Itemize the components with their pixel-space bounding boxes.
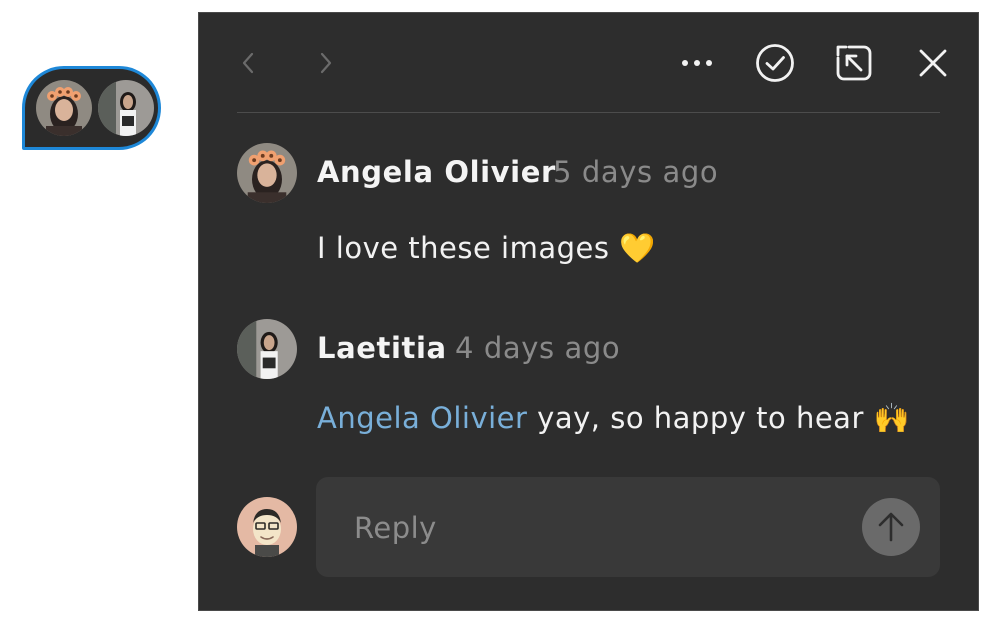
more-horizontal-icon[interactable] (677, 43, 717, 83)
header-divider (237, 112, 940, 113)
reply-box (316, 477, 940, 577)
arrow-up-icon (878, 512, 904, 542)
mention-link[interactable]: Angela Olivier (317, 401, 527, 435)
comment-timestamp: 4 days ago (455, 331, 621, 365)
comment-text: yay, so happy to hear (537, 401, 864, 435)
comment-thread-marker[interactable] (22, 66, 161, 150)
send-button[interactable] (862, 498, 920, 556)
raised-hands-emoji: 🙌 (873, 401, 911, 435)
current-user-avatar (237, 497, 297, 557)
avatar (237, 319, 297, 379)
arrow-up-left-box-icon[interactable] (832, 41, 876, 85)
comment-text: I love these images (317, 231, 610, 265)
toolbar (199, 13, 978, 113)
avatar (237, 143, 297, 203)
chevron-left-icon[interactable] (233, 45, 263, 81)
comment-author: Angela Olivier (317, 155, 556, 189)
comment-item: Laetitia 4 days ago Angela Olivier yay, … (237, 317, 937, 457)
heart-emoji: 💛 (619, 231, 656, 265)
comment-timestamp: 5 days ago (553, 155, 719, 189)
close-icon[interactable] (911, 41, 955, 85)
comment-author: Laetitia (317, 331, 447, 365)
chevron-right-icon[interactable] (311, 45, 341, 81)
avatar-angela-olivier (36, 80, 92, 136)
avatar-laetitia (98, 80, 154, 136)
comment-panel: Angela Olivier 5 days ago I love these i… (198, 12, 979, 611)
check-circle-icon[interactable] (753, 41, 797, 85)
comment-body: I love these images 💛 (317, 231, 656, 266)
comment-item: Angela Olivier 5 days ago I love these i… (237, 141, 937, 281)
reply-input[interactable] (354, 507, 834, 549)
comment-body: Angela Olivier yay, so happy to hear 🙌 (317, 401, 910, 436)
